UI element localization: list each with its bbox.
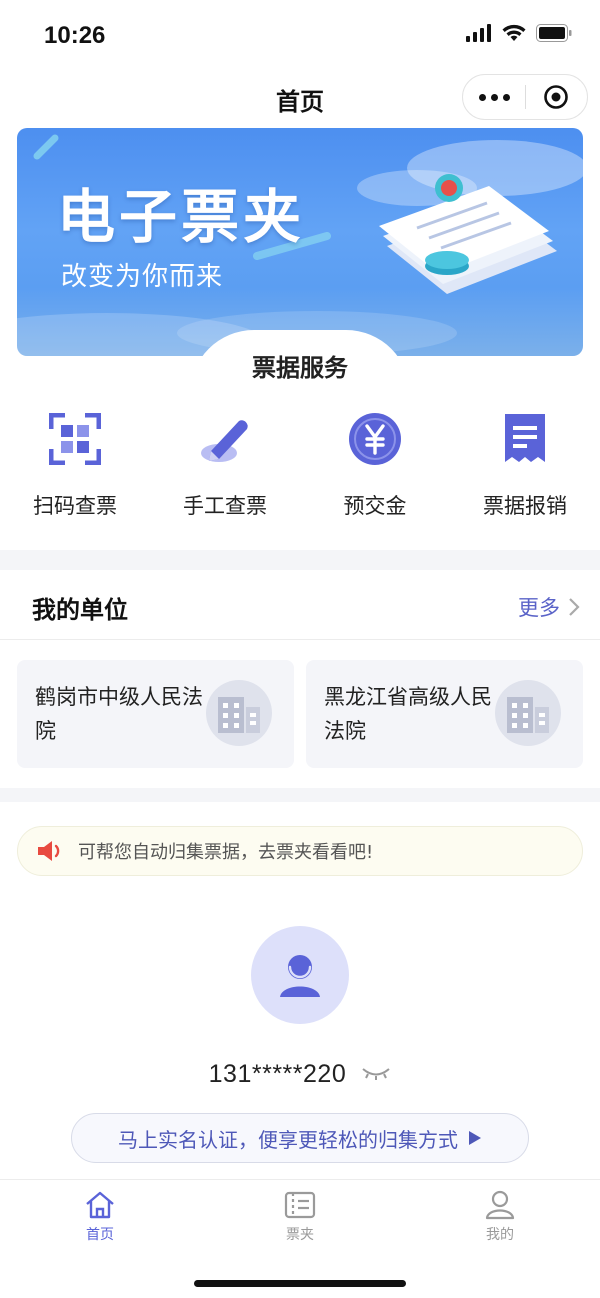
unit-name: 黑龙江省高级人民法院: [324, 685, 492, 743]
my-units-title: 我的单位: [32, 596, 128, 624]
cellular-signal-icon: [466, 24, 491, 42]
banner-title: 电子票夹: [57, 183, 306, 251]
user-icon: [280, 955, 320, 997]
tab-label: 我的: [486, 1227, 514, 1243]
unit-name: 鹤岗市中级人民法院: [35, 685, 203, 743]
section-tab-ticket-services: 票据服务: [190, 330, 410, 394]
service-label: 扫码查票: [33, 494, 117, 518]
more-options-button[interactable]: [463, 74, 525, 120]
avatar[interactable]: [251, 926, 349, 1024]
person-icon: [485, 1190, 515, 1220]
section-divider: [0, 550, 600, 570]
speaker-icon: [36, 839, 64, 863]
ticket-folder-icon: [284, 1191, 316, 1219]
mini-program-capsule: [462, 74, 588, 120]
more-units-link[interactable]: 更多: [518, 592, 580, 622]
phone-number: 131*****220: [208, 1060, 347, 1088]
service-label: 票据报销: [483, 494, 567, 518]
tab-label: 票夹: [286, 1227, 314, 1243]
battery-icon: [536, 24, 572, 42]
service-label: 预交金: [343, 494, 407, 518]
tab-home[interactable]: 首页: [40, 1190, 160, 1244]
service-prepayment[interactable]: 预交金: [300, 410, 450, 530]
eye-closed-icon[interactable]: [361, 1065, 391, 1084]
chevron-right-icon: [569, 598, 580, 616]
service-label: 手工查票: [183, 494, 267, 518]
verify-label: 马上实名认证，便享更轻松的归集方式: [118, 1127, 458, 1152]
close-mini-program-button[interactable]: [526, 74, 587, 120]
my-units-header: 我的单位 更多: [0, 570, 600, 640]
status-icons: [466, 24, 572, 42]
unit-card[interactable]: 鹤岗市中级人民法院: [17, 660, 294, 768]
section-divider: [0, 788, 600, 802]
notice-text: 可帮您自动归集票据，去票夹看看吧!: [78, 842, 374, 863]
dot: [478, 93, 486, 101]
building-icon: [495, 680, 561, 746]
notice-bar[interactable]: 可帮您自动归集票据，去票夹看看吧!: [17, 826, 583, 876]
status-time: 10:26: [44, 22, 106, 49]
wifi-icon: [502, 24, 526, 41]
yen-coin-icon: [346, 410, 404, 468]
dot: [490, 93, 498, 101]
building-icon: [206, 680, 272, 746]
scan-qr-icon: [46, 410, 104, 468]
home-indicator: [194, 1280, 406, 1287]
nav-bar: 首页: [0, 70, 600, 124]
tab-ticket-folder[interactable]: 票夹: [240, 1190, 360, 1244]
more-label: 更多: [518, 596, 560, 620]
service-scan-ticket[interactable]: 扫码查票: [0, 410, 150, 530]
play-arrow-icon: [469, 1131, 481, 1145]
status-bar: 10:26: [0, 0, 600, 70]
section-tab-label: 票据服务: [252, 353, 348, 382]
phone-row: 131*****220: [0, 1060, 600, 1089]
receipt-icon: [496, 410, 554, 468]
real-name-verify-button[interactable]: 马上实名认证，便享更轻松的归集方式: [71, 1113, 529, 1163]
service-manual-check[interactable]: 手工查票: [150, 410, 300, 530]
banner-subtitle: 改变为你而来: [61, 262, 224, 292]
tab-label: 首页: [86, 1227, 114, 1243]
unit-card[interactable]: 黑龙江省高级人民法院: [306, 660, 583, 768]
service-reimbursement[interactable]: 票据报销: [450, 410, 600, 530]
promo-banner[interactable]: 电子票夹 改变为你而来: [17, 128, 583, 356]
target-close-icon: [544, 85, 569, 109]
tab-mine[interactable]: 我的: [440, 1190, 560, 1244]
home-icon: [86, 1191, 114, 1219]
service-grid: 扫码查票 手工查票 预交金 票据报销: [0, 410, 600, 530]
dot: [502, 93, 510, 101]
pencil-icon: [196, 410, 254, 468]
